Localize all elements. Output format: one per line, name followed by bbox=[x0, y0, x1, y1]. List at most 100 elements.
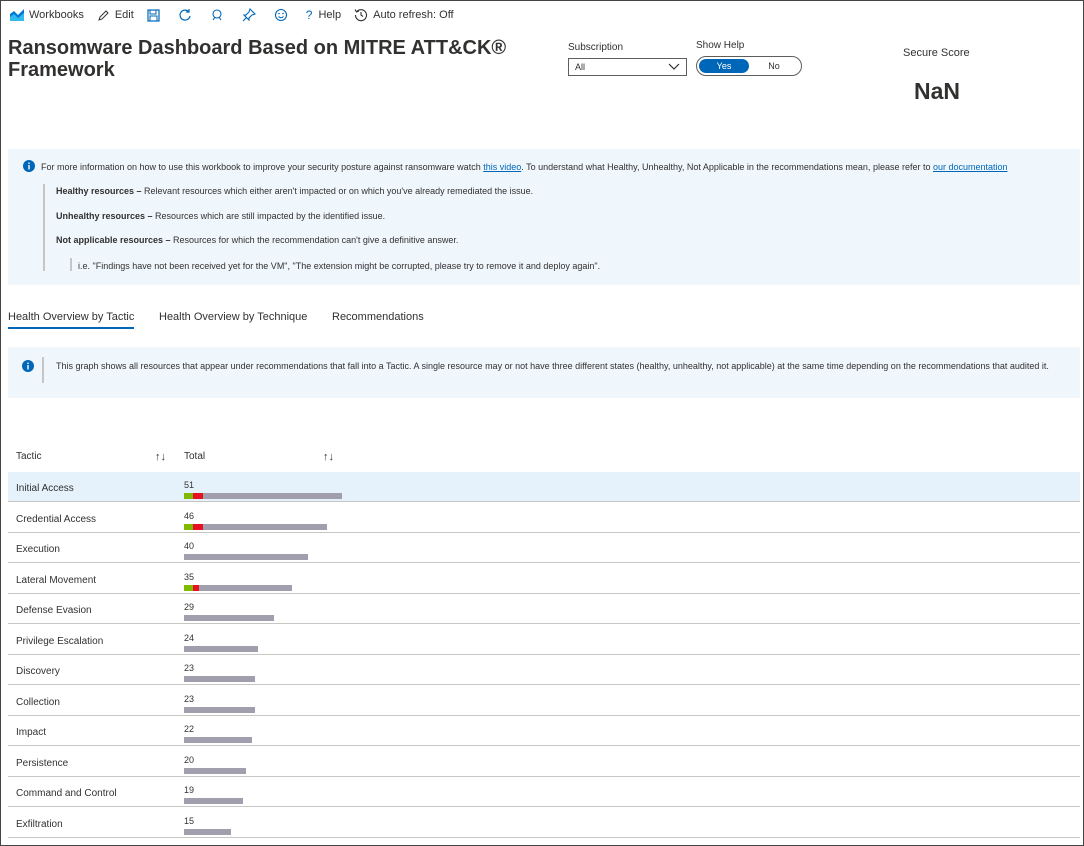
documentation-link[interactable]: our documentation bbox=[933, 162, 1008, 172]
sort-tactic-icon[interactable]: ↑↓ bbox=[155, 451, 166, 463]
not-applicable-segment bbox=[184, 798, 243, 804]
tactic-name: Initial Access bbox=[16, 483, 74, 494]
tactic-name: Privilege Escalation bbox=[16, 635, 104, 647]
not-applicable-segment bbox=[184, 676, 256, 682]
quote-bar bbox=[42, 357, 44, 383]
show-help-toggle[interactable]: Yes No bbox=[696, 56, 802, 76]
table-row[interactable]: Collection 23 bbox=[8, 686, 1080, 716]
graph-info-text: This graph shows all resources that appe… bbox=[56, 361, 1049, 371]
show-help-yes[interactable]: Yes bbox=[699, 59, 749, 73]
total-bar bbox=[184, 737, 253, 743]
column-header-total[interactable]: Total bbox=[184, 451, 205, 462]
toolbar: Workbooks Edit ? Help Auto refresh: Off bbox=[0, 0, 1082, 30]
chevron-down-icon bbox=[668, 63, 680, 70]
column-header-tactic[interactable]: Tactic bbox=[16, 451, 42, 462]
table-row[interactable]: Execution 40 bbox=[8, 533, 1080, 563]
show-help-no[interactable]: No bbox=[749, 59, 799, 73]
tactic-total: 51 bbox=[184, 480, 195, 490]
unhealthy-segment bbox=[193, 523, 203, 530]
table-row[interactable]: Defense Evasion 29 bbox=[8, 594, 1080, 624]
total-bar bbox=[184, 706, 256, 713]
sort-total-icon[interactable]: ↑↓ bbox=[323, 451, 334, 463]
not-applicable-segment bbox=[184, 706, 256, 713]
na-desc: Resources for which the recommendation c… bbox=[170, 235, 459, 245]
tactic-name: Command and Control bbox=[16, 788, 117, 799]
secure-score-value: NaN bbox=[914, 78, 961, 104]
healthy-segment bbox=[184, 493, 194, 499]
smiley-button[interactable] bbox=[274, 8, 293, 22]
video-link[interactable]: this video bbox=[483, 162, 521, 172]
table-row[interactable]: Persistence 20 bbox=[8, 747, 1080, 777]
intro-middle: . To understand what Healthy, Unhealthy,… bbox=[521, 162, 933, 172]
tactic-name: Impact bbox=[16, 727, 47, 738]
total-bar bbox=[184, 615, 274, 621]
question-icon: ? bbox=[305, 8, 313, 22]
table-row[interactable]: Privilege Escalation 24 bbox=[8, 625, 1080, 655]
not-applicable-example: i.e. "Findings have not been received ye… bbox=[78, 261, 601, 271]
healthy-term: Healthy resources – bbox=[56, 186, 142, 196]
unhealthy-term: Unhealthy resources – bbox=[56, 211, 153, 221]
table-row[interactable]: Lateral Movement 35 bbox=[8, 564, 1080, 594]
workbooks-label: Workbooks bbox=[29, 9, 84, 21]
not-applicable-segment bbox=[184, 828, 231, 835]
save-button[interactable] bbox=[147, 8, 165, 22]
clock-refresh-icon bbox=[354, 9, 368, 22]
tab-health-by-tactic[interactable]: Health Overview by Tactic bbox=[8, 311, 135, 329]
tactic-name: Lateral Movement bbox=[16, 574, 97, 586]
pin-icon bbox=[242, 8, 256, 22]
total-bar bbox=[184, 676, 256, 682]
tactic-total: 29 bbox=[184, 602, 195, 612]
pin-button[interactable] bbox=[242, 8, 261, 22]
total-bar bbox=[184, 493, 343, 499]
auto-refresh-button[interactable]: Auto refresh: Off bbox=[354, 8, 454, 22]
refresh-button[interactable] bbox=[178, 8, 197, 22]
tactic-name: Collection bbox=[16, 696, 60, 708]
total-bar bbox=[184, 584, 293, 591]
not-applicable-segment bbox=[184, 645, 259, 652]
healthy-segment bbox=[184, 523, 194, 530]
tactic-total: 46 bbox=[184, 510, 195, 521]
not-applicable-segment bbox=[184, 554, 308, 560]
tactic-total: 22 bbox=[184, 724, 195, 734]
workbooks-button[interactable]: Workbooks bbox=[10, 9, 84, 21]
unhealthy-segment bbox=[193, 493, 203, 499]
edit-button[interactable]: Edit bbox=[97, 9, 134, 22]
table-row[interactable]: Command and Control 19 bbox=[8, 777, 1080, 807]
tactic-name: Defense Evasion bbox=[16, 605, 92, 616]
table-row[interactable]: Impact 22 bbox=[8, 716, 1080, 746]
show-help-label: Show Help bbox=[696, 40, 745, 51]
table-row[interactable]: Credential Access 46 bbox=[8, 503, 1080, 533]
tactic-total: 15 bbox=[184, 815, 195, 826]
feedback-icon bbox=[212, 9, 222, 21]
feedback-button[interactable] bbox=[210, 8, 229, 22]
not-applicable-segment bbox=[202, 493, 343, 499]
healthy-definition: Healthy resources – Relevant resources w… bbox=[56, 186, 533, 196]
table-row[interactable]: Discovery 23 bbox=[8, 655, 1080, 685]
not-applicable-segment bbox=[184, 615, 274, 621]
tactic-total: 35 bbox=[184, 571, 195, 582]
tab-recommendations[interactable]: Recommendations bbox=[332, 311, 424, 323]
page-title: Ransomware Dashboard Based on MITRE ATT&… bbox=[8, 37, 507, 81]
refresh-icon bbox=[179, 9, 191, 21]
table-row[interactable]: Exfiltration 15 bbox=[8, 808, 1080, 838]
table-row[interactable]: Initial Access 51 bbox=[8, 472, 1080, 502]
tab-health-by-technique[interactable]: Health Overview by Technique bbox=[159, 311, 307, 323]
subscription-value: All bbox=[575, 62, 586, 72]
tactic-name: Execution bbox=[16, 544, 60, 555]
pencil-icon bbox=[98, 9, 109, 21]
smiley-icon bbox=[274, 8, 287, 22]
tactic-name: Persistence bbox=[16, 757, 69, 769]
total-bar bbox=[184, 828, 231, 835]
not-applicable-segment bbox=[199, 584, 293, 591]
subscription-dropdown[interactable]: All bbox=[568, 58, 687, 76]
help-button[interactable]: ? Help bbox=[306, 8, 341, 22]
tactic-name: Discovery bbox=[16, 666, 60, 677]
tactic-total: 23 bbox=[184, 663, 195, 673]
not-applicable-definition: Not applicable resources – Resources for… bbox=[56, 235, 458, 245]
help-intro-text: For more information on how to use this … bbox=[41, 162, 1008, 172]
help-label: Help bbox=[318, 9, 342, 21]
tactic-name: Exfiltration bbox=[16, 818, 63, 830]
total-bar bbox=[184, 798, 243, 804]
total-bar bbox=[184, 645, 259, 652]
intro-prefix: For more information on how to use this … bbox=[41, 162, 484, 172]
